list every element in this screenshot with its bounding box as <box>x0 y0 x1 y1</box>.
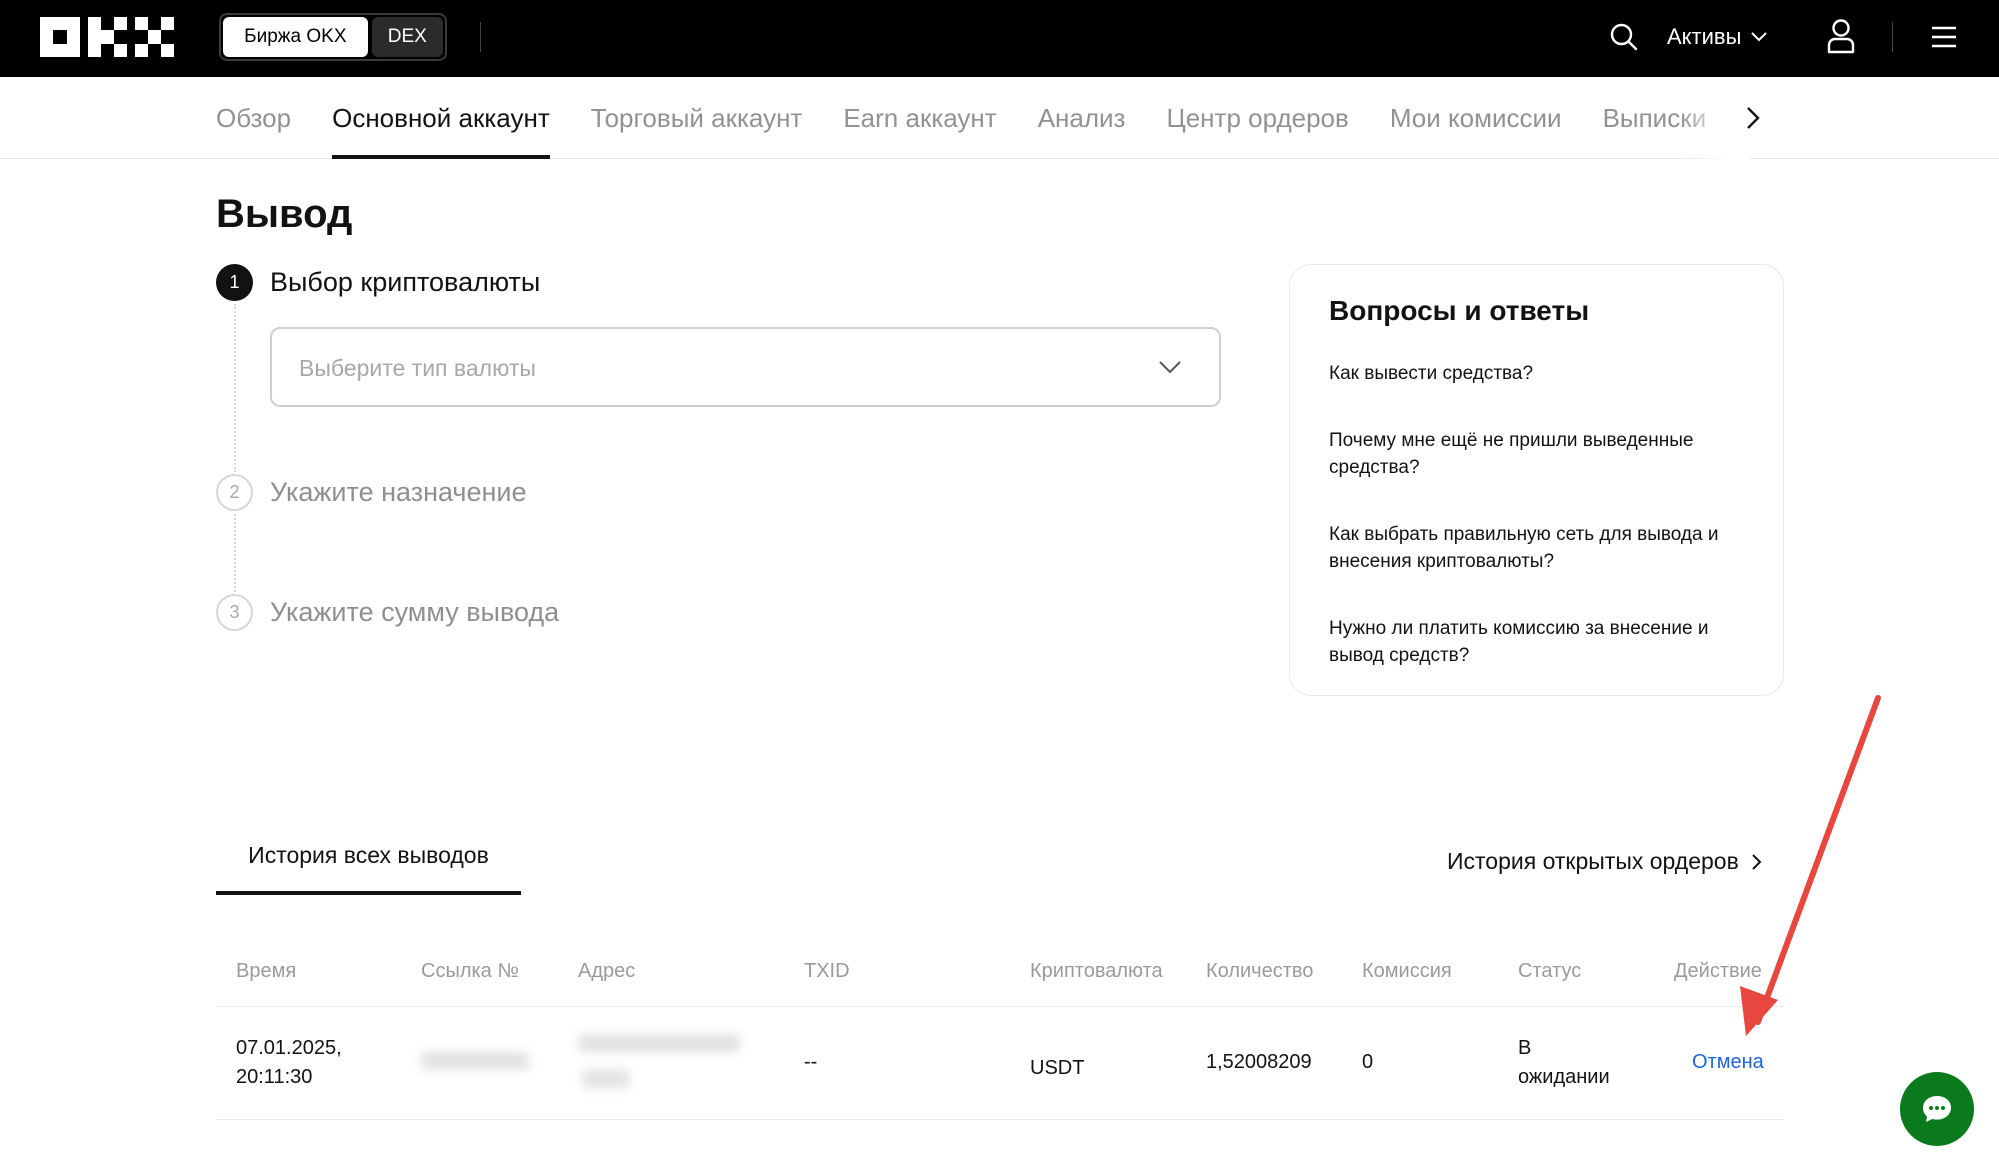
exchange-tab[interactable]: Биржа OKX <box>223 17 368 57</box>
step-number: 3 <box>216 594 253 631</box>
withdrawal-history-label: История всех выводов <box>248 842 489 868</box>
support-chat-button[interactable] <box>1900 1072 1974 1146</box>
tab-order-center[interactable]: Центр ордеров <box>1166 77 1348 159</box>
header-divider <box>1892 22 1893 52</box>
chevron-right-icon <box>1752 853 1762 870</box>
cell-time-clock: 20:11:30 <box>236 1066 313 1088</box>
chevron-down-icon <box>1159 361 1181 374</box>
tabs-fade-overlay <box>1680 77 1750 159</box>
step-connector <box>234 514 236 592</box>
step-connector <box>234 304 236 472</box>
cell-time-date: 07.01.2025, <box>236 1037 342 1059</box>
faq-link[interactable]: Почему мне ещё не пришли выведенные сред… <box>1329 427 1749 481</box>
account-subnav: Обзор Основной аккаунт Торговый аккаунт … <box>0 77 1999 159</box>
faq-link[interactable]: Как выбрать правильную сеть для вывода и… <box>1329 521 1749 575</box>
step-destination: 2 Укажите назначение <box>216 474 527 511</box>
tab-funding-account[interactable]: Основной аккаунт <box>332 77 550 159</box>
cell-amount: 1,52008209 <box>1206 1051 1312 1073</box>
account-tabs: Обзор Основной аккаунт Торговый аккаунт … <box>216 77 1766 159</box>
tab-earn-account[interactable]: Earn аккаунт <box>843 77 996 159</box>
header-divider <box>480 22 481 52</box>
blurred-address <box>578 1034 740 1052</box>
step-number: 1 <box>216 264 253 301</box>
cell-currency: USDT <box>1030 1057 1085 1079</box>
table-divider <box>216 1006 1784 1007</box>
column-header-action: Действие <box>1674 960 1762 982</box>
faq-link[interactable]: Как вывести средства? <box>1329 360 1749 387</box>
cell-status-line2: ожидании <box>1518 1066 1610 1088</box>
page-title: Вывод <box>216 192 353 236</box>
tab-overview[interactable]: Обзор <box>216 77 291 159</box>
exchange-dex-switch: Биржа OKX DEX <box>219 13 447 61</box>
cell-txid: -- <box>804 1051 818 1073</box>
step-label: Укажите сумму вывода <box>270 597 560 627</box>
step-label: Укажите назначение <box>270 477 527 507</box>
currency-select-placeholder: Выберите тип валюты <box>299 355 536 381</box>
tab-my-fees[interactable]: Мои комиссии <box>1390 77 1562 159</box>
currency-select[interactable]: Выберите тип валюты <box>270 327 1221 407</box>
chevron-down-icon <box>1751 32 1768 42</box>
column-header-amount: Количество <box>1206 960 1314 982</box>
hamburger-menu-icon[interactable] <box>1931 25 1957 49</box>
column-header-fee: Комиссия <box>1362 960 1452 982</box>
step-label: Выбор криптовалюты <box>270 267 541 297</box>
cancel-withdrawal-link[interactable]: Отмена <box>1692 1048 1764 1077</box>
blurred-reference <box>421 1052 529 1070</box>
cell-status-line1: В <box>1518 1037 1532 1059</box>
user-profile-icon[interactable] <box>1826 18 1856 54</box>
top-navigation-bar: Биржа OKX DEX Активы <box>0 0 1999 77</box>
search-icon[interactable] <box>1609 22 1639 52</box>
open-orders-history-link[interactable]: История открытых ордеров <box>1447 848 1762 875</box>
column-header-currency: Криптовалюта <box>1030 960 1163 982</box>
table-divider <box>216 1119 1784 1120</box>
tab-analysis[interactable]: Анализ <box>1038 77 1126 159</box>
faq-link[interactable]: Нужно ли платить комиссию за внесение и … <box>1329 615 1749 669</box>
tab-withdrawal-history[interactable]: История всех выводов <box>216 842 521 895</box>
okx-logo[interactable] <box>40 17 175 57</box>
active-tab-indicator <box>216 891 521 895</box>
chevron-right-icon[interactable] <box>1745 105 1761 131</box>
assets-label: Активы <box>1667 24 1742 49</box>
column-header-reference: Ссылка № <box>421 960 519 982</box>
column-header-time: Время <box>236 960 297 982</box>
assets-menu[interactable]: Активы <box>1667 22 1768 52</box>
column-header-txid: TXID <box>804 960 850 982</box>
open-orders-label: История открытых ордеров <box>1447 848 1739 874</box>
cell-fee: 0 <box>1362 1051 1374 1073</box>
chat-bubble-icon <box>1923 1096 1951 1122</box>
tab-trading-account[interactable]: Торговый аккаунт <box>591 77 803 159</box>
step-number: 2 <box>216 474 253 511</box>
column-header-status: Статус <box>1518 960 1582 982</box>
step-select-crypto: 1 Выбор криптовалюты <box>216 264 540 301</box>
faq-title: Вопросы и ответы <box>1329 295 1590 326</box>
blurred-address <box>582 1070 630 1088</box>
column-header-address: Адрес <box>578 960 636 982</box>
dex-tab[interactable]: DEX <box>371 17 443 57</box>
faq-card: Вопросы и ответы Как вывести средства? П… <box>1289 264 1784 696</box>
step-amount: 3 Укажите сумму вывода <box>216 594 559 631</box>
